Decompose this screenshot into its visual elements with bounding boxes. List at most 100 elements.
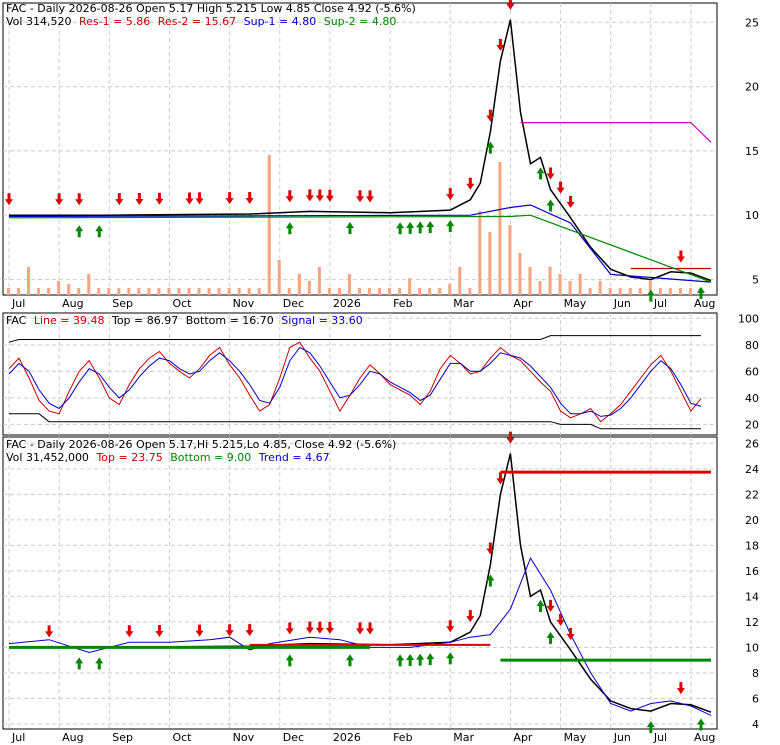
trend-tick-label: 12: [745, 616, 759, 629]
volume-bar: [27, 267, 31, 295]
volume-bar: [558, 274, 562, 295]
osc-tick-label: 40: [745, 392, 759, 405]
panel1-res1: Res-1 = 5.86: [79, 15, 150, 28]
volume-bar: [67, 283, 71, 295]
trend-tick-label: 22: [745, 488, 759, 501]
panel1-sup1: Sup-1 = 4.80: [244, 15, 317, 28]
volume-bar: [358, 288, 361, 295]
volume-bar: [428, 288, 432, 295]
volume-bar: [548, 267, 552, 295]
volume-bar: [498, 162, 502, 295]
volume-bar: [267, 155, 271, 295]
volume-bar: [277, 260, 281, 295]
panel1-title: FAC - Daily 2026-08-26 Open 5.17 High 5.…: [6, 2, 416, 15]
panel1-sup2: Sup-2 = 4.80: [324, 15, 397, 28]
price-month-label: Jul: [653, 297, 667, 310]
volume-bar: [458, 267, 462, 295]
price-month-label: Oct: [172, 297, 192, 310]
trend-tick-label: 4: [752, 718, 759, 731]
volume-bar: [167, 288, 171, 295]
trend-tick-label: 20: [745, 514, 759, 527]
trend-month-label: Aug: [694, 731, 715, 744]
panel2-signal: Signal = 33.60: [281, 314, 363, 327]
trend-tick-label: 10: [745, 641, 759, 654]
trend-month-label: Jul: [653, 731, 667, 744]
panel2-bottom: Bottom = 16.70: [186, 314, 274, 327]
osc-tick-label: 80: [745, 339, 759, 352]
trend-month-label: Nov: [233, 731, 255, 744]
trend-tick-label: 24: [745, 463, 759, 476]
volume-bar: [317, 267, 321, 295]
volume-bar: [37, 288, 41, 295]
volume-bar: [398, 288, 402, 295]
price-month-label: Sep: [112, 297, 133, 310]
price-tick-label: 25: [745, 16, 759, 29]
panel3-title: FAC - Daily 2026-08-26 Open 5.17,Hi 5.21…: [6, 438, 396, 451]
volume-bar: [408, 278, 412, 295]
trend-month-label: Feb: [393, 731, 412, 744]
panel-trend-frame: [2, 436, 718, 730]
trend-month-label: Dec: [283, 731, 304, 744]
volume-bar: [568, 281, 572, 295]
volume-bar: [668, 288, 672, 295]
volume-bar: [658, 288, 662, 295]
volume-bar: [287, 288, 291, 295]
volume-bar: [207, 288, 211, 295]
price-tick-label: 15: [745, 145, 759, 158]
volume-bar: [628, 288, 632, 295]
volume-bar: [518, 253, 522, 295]
price-month-label: Jun: [613, 297, 631, 310]
volume-bar: [47, 288, 51, 295]
volume-bar: [337, 288, 341, 295]
trend-tick-label: 6: [752, 692, 759, 705]
panel3-volume: Vol 31,452,000: [6, 451, 89, 464]
price-month-label: Aug: [694, 297, 715, 310]
volume-bar: [227, 288, 231, 295]
volume-bar: [578, 274, 582, 295]
volume-bar: [127, 288, 131, 295]
volume-bar: [307, 281, 311, 295]
volume-bar: [147, 288, 151, 295]
trend-month-label: Jun: [613, 731, 631, 744]
price-tick-label: 5: [752, 274, 759, 287]
volume-bar: [638, 288, 642, 295]
panel3-bottom: Bottom = 9.00: [170, 451, 251, 464]
volume-bar: [197, 288, 201, 295]
volume-bar: [618, 288, 622, 295]
price-month-label: Dec: [283, 297, 304, 310]
trend-tick-label: 26: [745, 437, 759, 450]
stock-chart: 510152025Jul Aug Sep Oct Nov Dec 2026 Feb Mar Apr…: [2, 0, 759, 744]
volume-bar: [378, 288, 382, 295]
price-month-label: May: [564, 297, 587, 310]
volume-bar: [528, 267, 532, 295]
volume-bar: [247, 288, 251, 295]
price-month-label: Apr: [513, 297, 533, 310]
volume-bar: [137, 288, 141, 295]
osc-tick-label: 100: [738, 312, 759, 325]
volume-bar: [107, 288, 111, 295]
volume-bar: [97, 288, 101, 295]
volume-bar: [77, 288, 81, 295]
volume-bar: [598, 281, 602, 295]
volume-bar: [508, 225, 512, 295]
volume-bar: [488, 232, 492, 295]
panel-oscillator-frame: [2, 312, 718, 436]
panel1-volume: Vol 314,520: [6, 15, 71, 28]
panel2-top: Top = 86.97: [111, 314, 178, 327]
osc-tick-label: 60: [745, 365, 759, 378]
volume-bar: [588, 288, 592, 295]
volume-bar: [418, 288, 422, 295]
panel3-trend: Trend = 4.67: [258, 451, 330, 464]
volume-bar: [688, 288, 692, 295]
volume-bar: [87, 274, 91, 295]
trend-tick-label: 18: [745, 539, 759, 552]
volume-bar: [448, 283, 452, 295]
trend-month-label: Aug: [62, 731, 83, 744]
volume-bar: [678, 288, 682, 295]
volume-bar: [347, 274, 351, 295]
panel1-legend: Vol 314,520 Res-1 = 5.86 Res-2 = 15.67 S…: [6, 15, 396, 28]
panel1-res2: Res-2 = 15.67: [158, 15, 236, 28]
trend-month-label: Sep: [112, 731, 133, 744]
panel-price-frame: [2, 2, 718, 296]
price-month-label: 2026: [333, 297, 361, 310]
